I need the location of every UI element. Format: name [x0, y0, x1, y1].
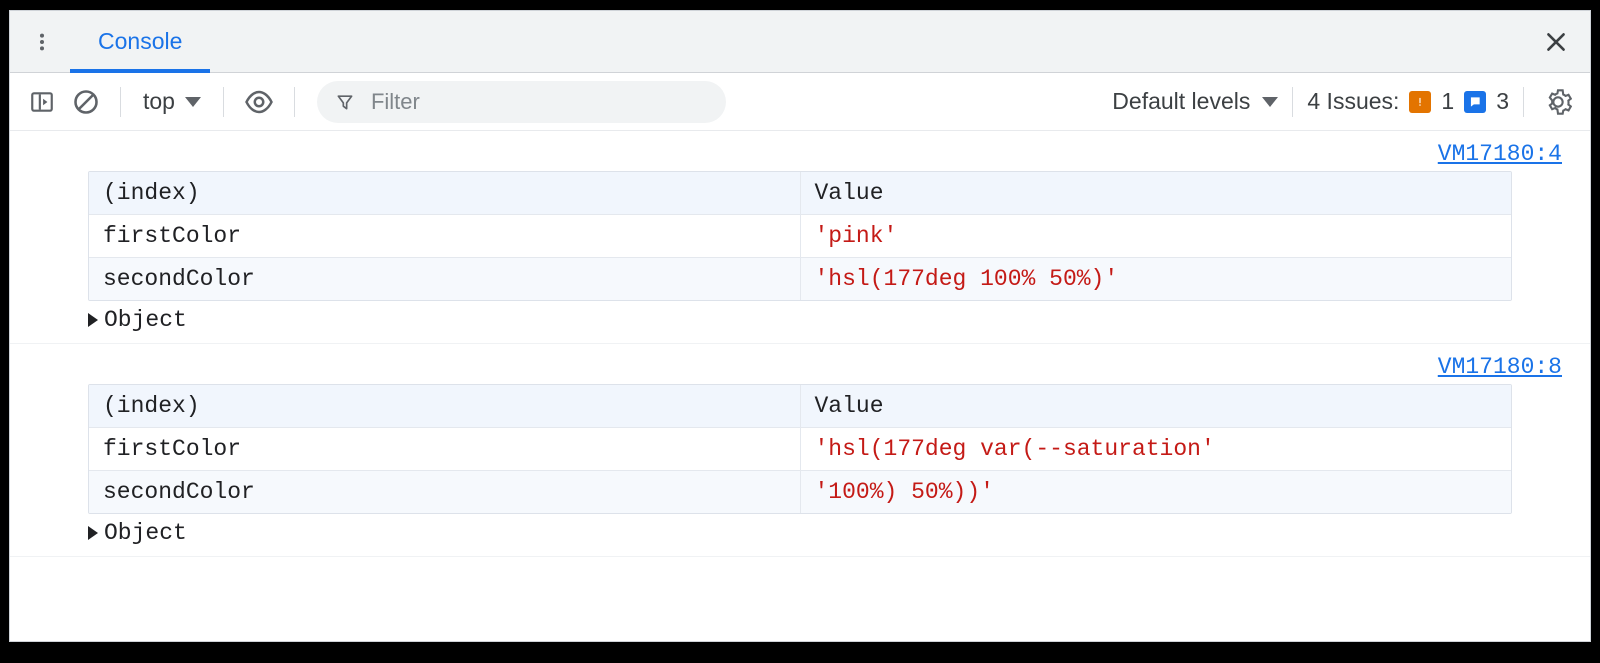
source-link[interactable]: VM17180:4 — [1438, 141, 1562, 167]
triangle-right-icon — [88, 313, 98, 327]
toolbar-separator — [1523, 87, 1524, 117]
source-link[interactable]: VM17180:8 — [1438, 354, 1562, 380]
console-entry: VM17180:8 (index) Value firstColor 'hsl(… — [10, 344, 1590, 557]
object-label: Object — [104, 307, 187, 333]
table-row[interactable]: secondColor '100%) 50%))' — [89, 470, 1511, 513]
console-table: (index) Value firstColor 'pink' secondCo… — [88, 171, 1512, 301]
gear-icon — [1544, 88, 1572, 116]
table-header: (index) Value — [89, 385, 1511, 427]
th-index[interactable]: (index) — [89, 172, 801, 214]
console-body: VM17180:4 (index) Value firstColor 'pink… — [10, 131, 1590, 641]
toolbar-separator — [294, 87, 295, 117]
chevron-down-icon — [185, 97, 201, 107]
toolbar-separator — [1292, 87, 1293, 117]
th-value[interactable]: Value — [801, 385, 1512, 427]
console-table: (index) Value firstColor 'hsl(177deg var… — [88, 384, 1512, 514]
td-value: '100%) 50%))' — [801, 471, 1512, 513]
toolbar-separator — [223, 87, 224, 117]
kebab-icon — [31, 31, 53, 53]
th-value[interactable]: Value — [801, 172, 1512, 214]
warning-badge-icon — [1409, 91, 1431, 113]
console-toolbar: top Default levels 4 Issues: — [10, 73, 1590, 131]
tab-label: Console — [98, 28, 182, 55]
settings-button[interactable] — [1538, 88, 1578, 116]
toolbar-separator — [120, 87, 121, 117]
td-key: secondColor — [89, 471, 801, 513]
td-key: firstColor — [89, 428, 801, 470]
close-icon — [1543, 29, 1569, 55]
chevron-down-icon — [1262, 97, 1278, 107]
tab-strip: Console — [10, 11, 1590, 73]
issues-prefix: 4 Issues: — [1307, 88, 1399, 115]
source-link-row: VM17180:4 — [10, 135, 1590, 171]
tab-console[interactable]: Console — [70, 11, 210, 72]
filter-box[interactable] — [317, 81, 726, 123]
td-key: firstColor — [89, 215, 801, 257]
th-index[interactable]: (index) — [89, 385, 801, 427]
table-row[interactable]: firstColor 'pink' — [89, 214, 1511, 257]
live-expression-button[interactable] — [238, 82, 280, 122]
sidebar-icon — [29, 89, 55, 115]
close-button[interactable] — [1528, 11, 1584, 72]
context-picker[interactable]: top — [135, 88, 209, 115]
source-link-row: VM17180:8 — [10, 348, 1590, 384]
devtools-frame: Console top — [9, 10, 1591, 642]
td-value: 'pink' — [801, 215, 1512, 257]
triangle-right-icon — [88, 526, 98, 540]
info-badge-icon — [1464, 91, 1486, 113]
tabstrip-spacer — [210, 11, 1528, 72]
toggle-sidebar-button[interactable] — [22, 82, 62, 122]
more-options-button[interactable] — [20, 11, 64, 72]
filter-icon — [335, 91, 355, 113]
object-expander[interactable]: Object — [88, 520, 1512, 546]
eye-icon — [244, 87, 274, 117]
filter-input[interactable] — [369, 88, 708, 116]
table-header: (index) Value — [89, 172, 1511, 214]
context-label: top — [143, 88, 175, 115]
td-value: 'hsl(177deg var(--saturation' — [801, 428, 1512, 470]
log-levels-picker[interactable]: Default levels — [1112, 88, 1278, 115]
levels-label: Default levels — [1112, 88, 1250, 115]
issues-warn-count: 1 — [1441, 88, 1454, 115]
td-key: secondColor — [89, 258, 801, 300]
issues-summary[interactable]: 4 Issues: 1 3 — [1307, 88, 1509, 115]
object-expander[interactable]: Object — [88, 307, 1512, 333]
console-entry: VM17180:4 (index) Value firstColor 'pink… — [10, 131, 1590, 344]
td-value: 'hsl(177deg 100% 50%)' — [801, 258, 1512, 300]
table-row[interactable]: secondColor 'hsl(177deg 100% 50%)' — [89, 257, 1511, 300]
table-row[interactable]: firstColor 'hsl(177deg var(--saturation' — [89, 427, 1511, 470]
clear-console-button[interactable] — [66, 82, 106, 122]
object-label: Object — [104, 520, 187, 546]
issues-info-count: 3 — [1496, 88, 1509, 115]
clear-icon — [72, 88, 100, 116]
